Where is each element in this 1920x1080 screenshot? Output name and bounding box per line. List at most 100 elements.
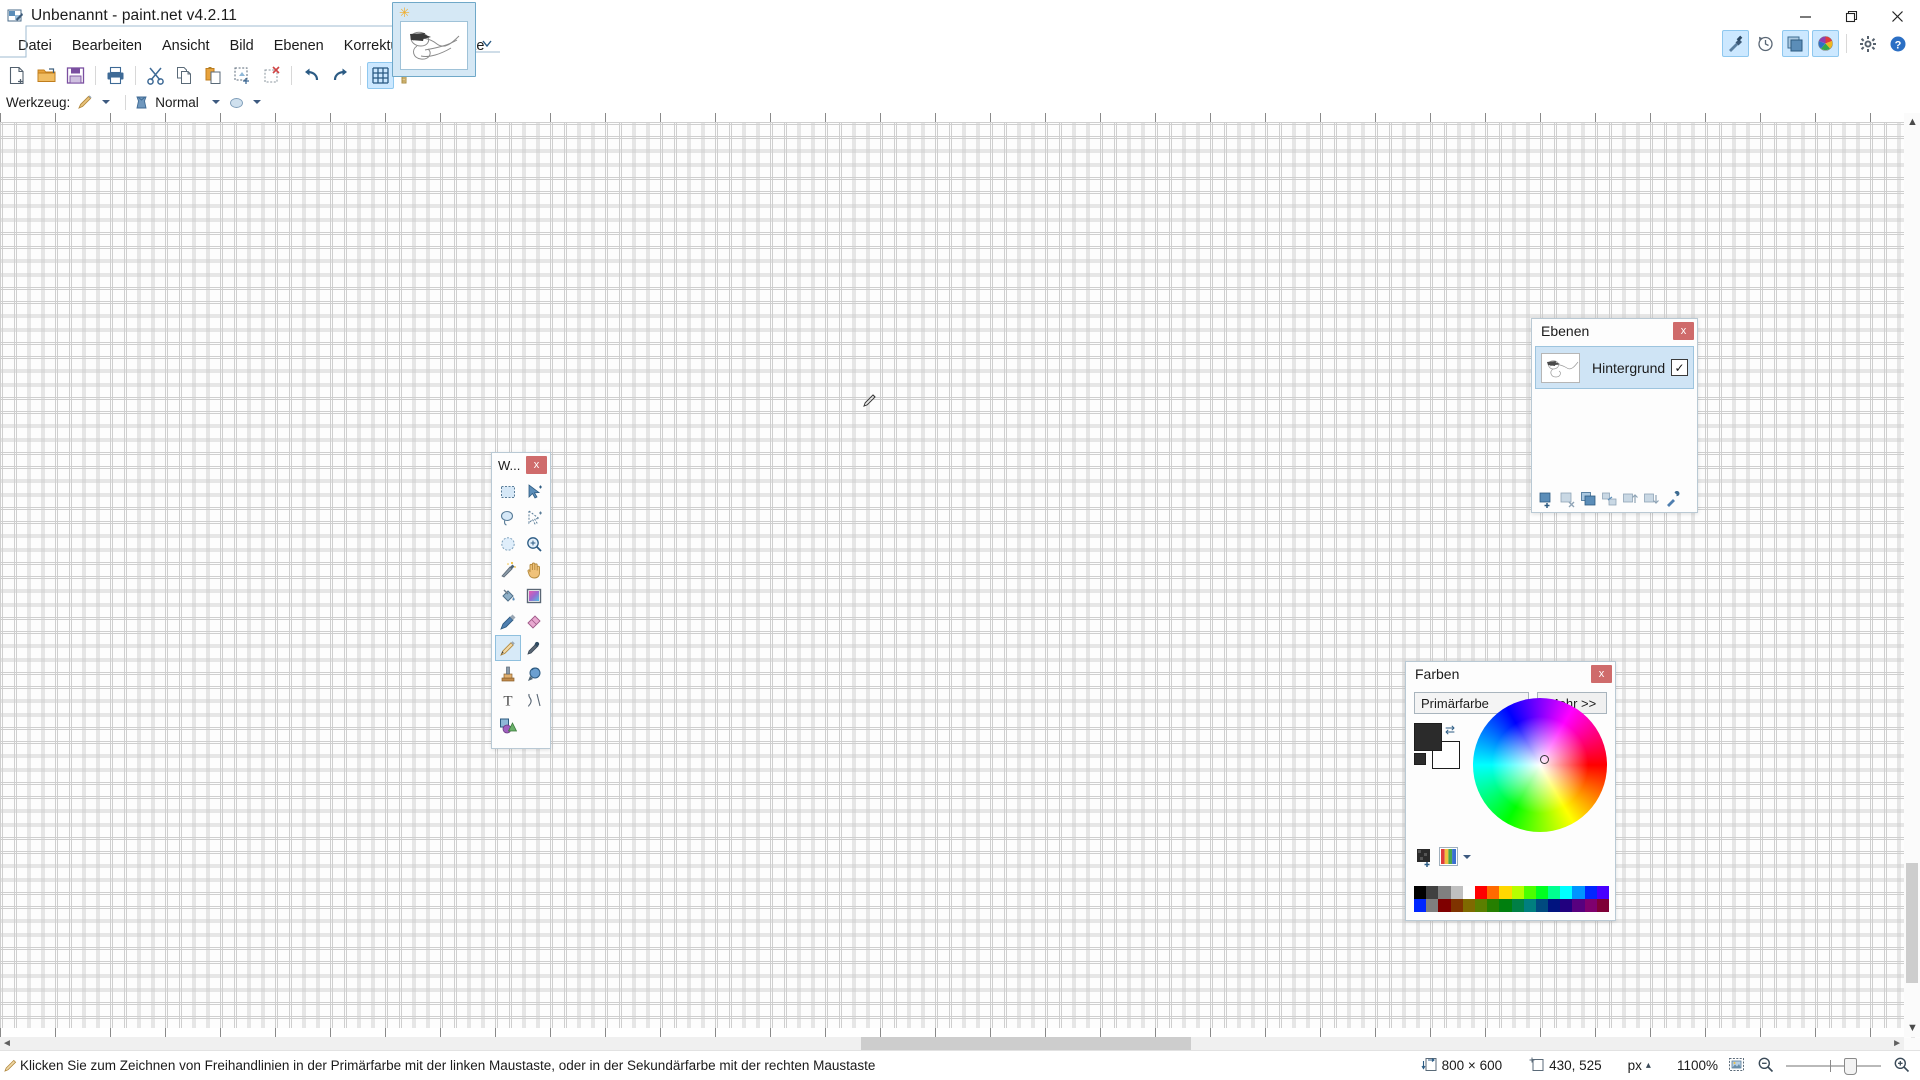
move-layer-up-icon[interactable] [1621, 490, 1639, 508]
colors-toggle-icon[interactable] [1812, 30, 1839, 57]
tools-window-titlebar[interactable]: W... x [492, 453, 550, 477]
layer-visibility-checkbox[interactable]: ✓ [1671, 359, 1688, 376]
palette-dropdown-arrow[interactable] [1463, 854, 1471, 859]
palette-color-cell[interactable] [1584, 886, 1597, 899]
fit-to-window-icon[interactable] [1728, 1056, 1745, 1076]
palette-color-cell[interactable] [1584, 899, 1597, 912]
tools-toggle-icon[interactable] [1722, 30, 1749, 57]
palette-color-cell[interactable] [1523, 899, 1536, 912]
tool-recolor[interactable] [521, 661, 547, 687]
zoom-in-icon[interactable] [1893, 1056, 1910, 1076]
minimize-button[interactable] [1782, 0, 1828, 32]
zoom-out-icon[interactable] [1757, 1056, 1774, 1076]
layer-properties-icon[interactable] [1663, 490, 1681, 508]
tool-lasso-select[interactable] [495, 505, 521, 531]
antialiasing-icon[interactable] [228, 94, 245, 111]
settings-gear-icon[interactable] [1854, 30, 1881, 57]
palette-color-cell[interactable] [1560, 886, 1573, 899]
tool-color-picker[interactable] [521, 635, 547, 661]
palette-color-cell[interactable] [1426, 886, 1439, 899]
unit-group[interactable]: px ▴ [1628, 1058, 1651, 1073]
layers-toggle-icon[interactable] [1782, 30, 1809, 57]
horizontal-scrollbar[interactable]: ◄ ► [0, 1037, 1904, 1050]
zoom-slider-knob[interactable] [1844, 1057, 1857, 1075]
layer-list-item[interactable]: Hintergrund ✓ [1535, 346, 1694, 389]
horizontal-scrollbar-thumb[interactable] [861, 1037, 1191, 1050]
palette-color-cell[interactable] [1450, 899, 1463, 912]
color-wheel[interactable] [1473, 698, 1607, 832]
palette-color-cell[interactable] [1511, 899, 1524, 912]
layers-window-titlebar[interactable]: Ebenen x [1532, 319, 1697, 343]
move-layer-down-icon[interactable] [1642, 490, 1660, 508]
tool-ellipse-select[interactable] [495, 531, 521, 557]
unit-caret-icon[interactable]: ▴ [1646, 1060, 1651, 1071]
palette-color-cell[interactable] [1572, 886, 1585, 899]
tool-dropdown-arrow[interactable] [102, 100, 111, 104]
antialias-dropdown-arrow[interactable] [252, 100, 261, 104]
pencil-icon[interactable] [76, 93, 94, 111]
duplicate-layer-icon[interactable] [1579, 490, 1597, 508]
palette-color-cell[interactable] [1535, 886, 1549, 899]
palette-strip[interactable] [1414, 886, 1609, 912]
palette-color-cell[interactable] [1572, 899, 1585, 912]
tools-window-close-button[interactable]: x [526, 456, 547, 474]
tool-rectangle-select[interactable] [495, 479, 521, 505]
palette-color-cell[interactable] [1535, 899, 1549, 912]
tool-zoom[interactable] [521, 531, 547, 557]
palette-color-cell[interactable] [1596, 899, 1609, 912]
scroll-left-arrow-icon[interactable]: ◄ [2, 1038, 12, 1049]
vertical-scrollbar-thumb[interactable] [1906, 863, 1918, 983]
tool-eraser[interactable] [521, 609, 547, 635]
close-button[interactable] [1874, 0, 1920, 32]
palette-color-cell[interactable] [1499, 886, 1512, 899]
primary-color-swatch[interactable] [1414, 723, 1442, 751]
colors-window-close-button[interactable]: x [1591, 665, 1612, 683]
swap-colors-icon[interactable]: ⇄ [1445, 723, 1455, 737]
maximize-button[interactable] [1828, 0, 1874, 32]
palette-color-cell[interactable] [1438, 899, 1451, 912]
palette-color-cell[interactable] [1487, 899, 1500, 912]
tool-move-selection[interactable] [521, 505, 547, 531]
scroll-up-arrow-icon[interactable]: ▲ [1907, 116, 1918, 128]
add-color-to-palette-icon[interactable] [1415, 847, 1434, 867]
palette-color-cell[interactable] [1511, 886, 1524, 899]
colors-window-titlebar[interactable]: Farben x [1406, 662, 1615, 686]
palette-color-cell[interactable] [1426, 899, 1439, 912]
canvas-grid[interactable] [0, 122, 1920, 1038]
palette-color-cell[interactable] [1548, 886, 1561, 899]
scroll-right-arrow-icon[interactable]: ► [1892, 1038, 1902, 1049]
palette-color-cell[interactable] [1560, 899, 1573, 912]
palette-color-cell[interactable] [1414, 899, 1427, 912]
scroll-down-arrow-icon[interactable]: ▼ [1907, 1022, 1918, 1034]
tool-magic-wand[interactable] [495, 557, 521, 583]
palette-color-cell[interactable] [1474, 899, 1488, 912]
palette-color-cell[interactable] [1414, 886, 1427, 899]
tool-shapes[interactable] [495, 713, 521, 739]
palette-color-cell[interactable] [1487, 886, 1500, 899]
help-icon[interactable]: ? [1884, 30, 1911, 57]
canvas-area[interactable]: ◄ ► [0, 113, 1920, 1050]
vertical-scrollbar[interactable]: ▲ ▼ [1904, 113, 1920, 1037]
palette-color-cell[interactable] [1450, 886, 1463, 899]
tool-text[interactable]: T [495, 687, 521, 713]
palette-color-cell[interactable] [1462, 899, 1475, 912]
palette-color-cell[interactable] [1548, 899, 1561, 912]
tool-paintbrush[interactable] [495, 609, 521, 635]
tool-line-curve[interactable] [521, 687, 547, 713]
tool-gradient[interactable] [521, 583, 547, 609]
tool-pencil[interactable] [495, 635, 521, 661]
tool-pan[interactable] [521, 557, 547, 583]
tab-dropdown-icon[interactable] [480, 36, 494, 50]
palette-color-cell[interactable] [1438, 886, 1451, 899]
blend-dropdown-arrow[interactable] [211, 100, 220, 104]
color-wheel-cursor[interactable] [1540, 755, 1549, 764]
reset-colors-icon[interactable] [1414, 753, 1426, 765]
delete-layer-icon[interactable] [1558, 490, 1576, 508]
add-layer-icon[interactable] [1537, 490, 1555, 508]
merge-layer-down-icon[interactable] [1600, 490, 1618, 508]
palette-color-cell[interactable] [1523, 886, 1536, 899]
tool-clone-stamp[interactable] [495, 661, 521, 687]
history-toggle-icon[interactable] [1752, 30, 1779, 57]
zoom-slider[interactable] [1786, 1057, 1881, 1075]
palette-color-cell[interactable] [1499, 899, 1512, 912]
